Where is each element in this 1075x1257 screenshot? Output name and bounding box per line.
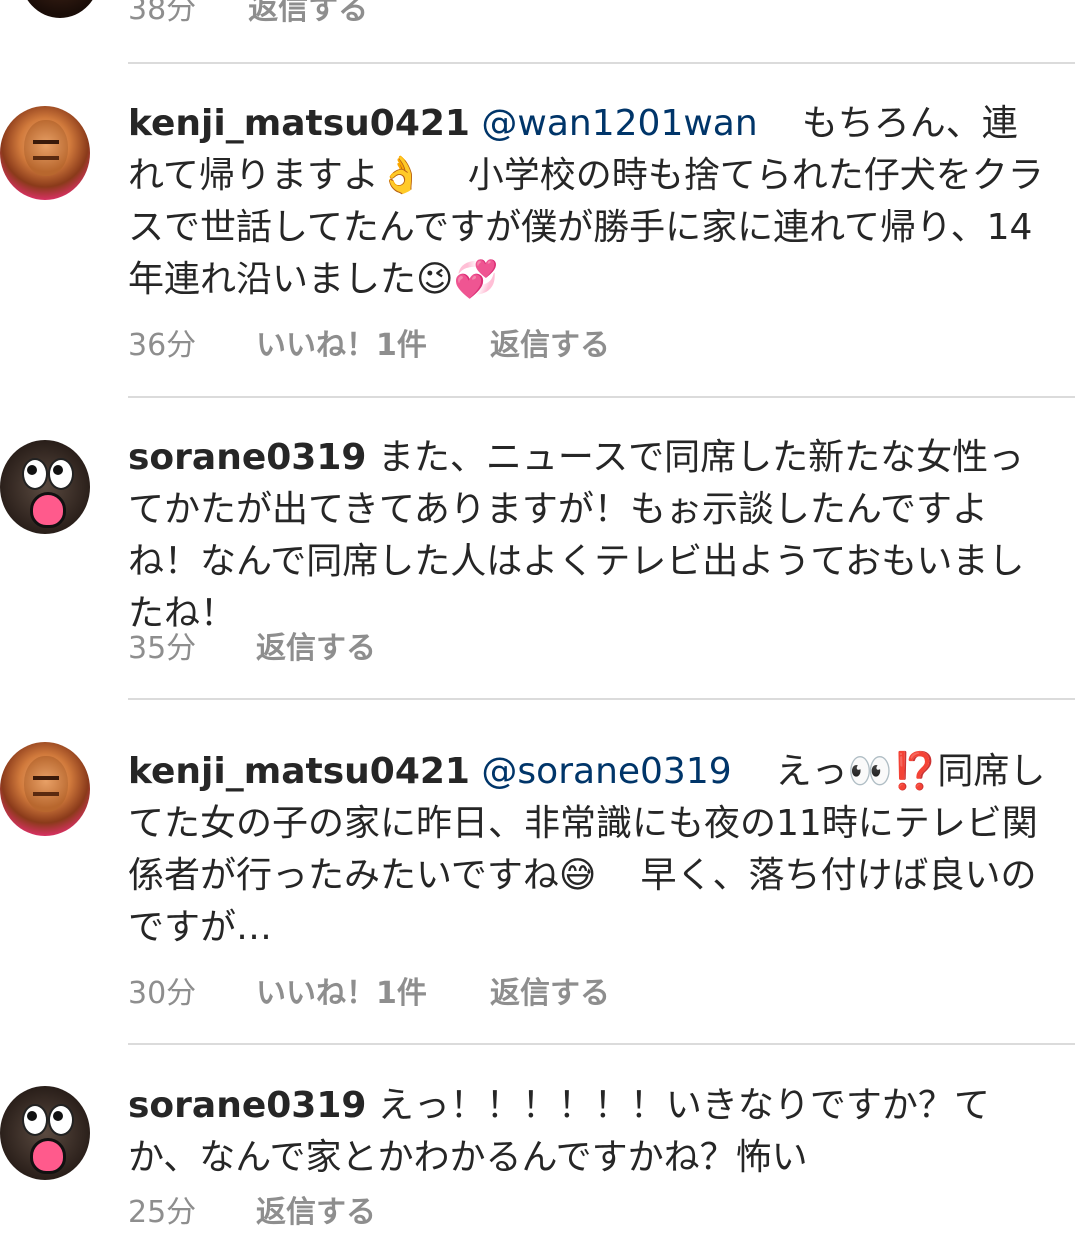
- reply-button[interactable]: 返信する: [256, 623, 376, 667]
- comment-time: 30分: [128, 976, 197, 1011]
- avatar[interactable]: [0, 440, 90, 534]
- reply-button[interactable]: 返信する: [490, 968, 610, 1012]
- divider: [128, 396, 1075, 398]
- wink-emoji-icon: 😉: [416, 259, 454, 300]
- comment-username[interactable]: kenji_matsu0421: [128, 103, 470, 144]
- likes-count[interactable]: いいね！1件: [256, 320, 490, 364]
- reply-button[interactable]: 返信する: [248, 0, 368, 28]
- comment-meta: 38分 返信する: [128, 0, 368, 28]
- avatar[interactable]: [0, 742, 90, 836]
- comment-meta: 35分 返信する: [128, 623, 376, 667]
- comment-time: 38分: [128, 0, 197, 27]
- reply-button[interactable]: 返信する: [490, 320, 610, 364]
- mention-link[interactable]: @sorane0319: [481, 751, 731, 792]
- comment-meta: 36分 いいね！1件 返信する: [128, 320, 610, 364]
- comment-meta: 25分 返信する: [128, 1187, 376, 1231]
- comment-meta: 30分 いいね！1件 返信する: [128, 968, 610, 1012]
- comment-time: 35分: [128, 631, 197, 666]
- divider: [128, 1043, 1075, 1045]
- avatar[interactable]: [20, 0, 100, 18]
- avatar[interactable]: [0, 106, 90, 200]
- comment-body: kenji_matsu0421 @wan1201wan もちろん、連れて帰りますよ…: [128, 98, 1048, 306]
- revolving-hearts-emoji-icon: 💞: [453, 259, 499, 300]
- comment-body: sorane0319 また、ニュースで同席した新たな女性ってかたが出てきてありま…: [128, 432, 1048, 640]
- comment-body: kenji_matsu0421 @sorane0319 えっ👀⁉️同席してた女の子…: [128, 746, 1048, 954]
- comment-username[interactable]: kenji_matsu0421: [128, 751, 470, 792]
- comment-username[interactable]: sorane0319: [128, 1085, 366, 1126]
- sweat-smile-emoji-icon: 😅: [558, 855, 597, 896]
- reply-button[interactable]: 返信する: [256, 1187, 376, 1231]
- interrobang-emoji-icon: ⁉️: [892, 751, 938, 792]
- ok-hand-emoji-icon: 👌: [378, 155, 424, 196]
- mention-link[interactable]: @wan1201wan: [481, 103, 757, 144]
- divider: [128, 62, 1075, 64]
- comment-body: sorane0319 えっ！！！！！！いきなりですか？てか、なんで家とかわかるん…: [128, 1080, 1048, 1184]
- comment-time: 25分: [128, 1195, 197, 1230]
- eyes-emoji-icon: 👀: [847, 751, 893, 792]
- likes-count[interactable]: いいね！1件: [256, 968, 490, 1012]
- comment-text: えっ: [775, 751, 848, 792]
- avatar[interactable]: [0, 1086, 90, 1180]
- divider: [128, 698, 1075, 700]
- comment-time: 36分: [128, 328, 197, 363]
- comment-username[interactable]: sorane0319: [128, 437, 366, 478]
